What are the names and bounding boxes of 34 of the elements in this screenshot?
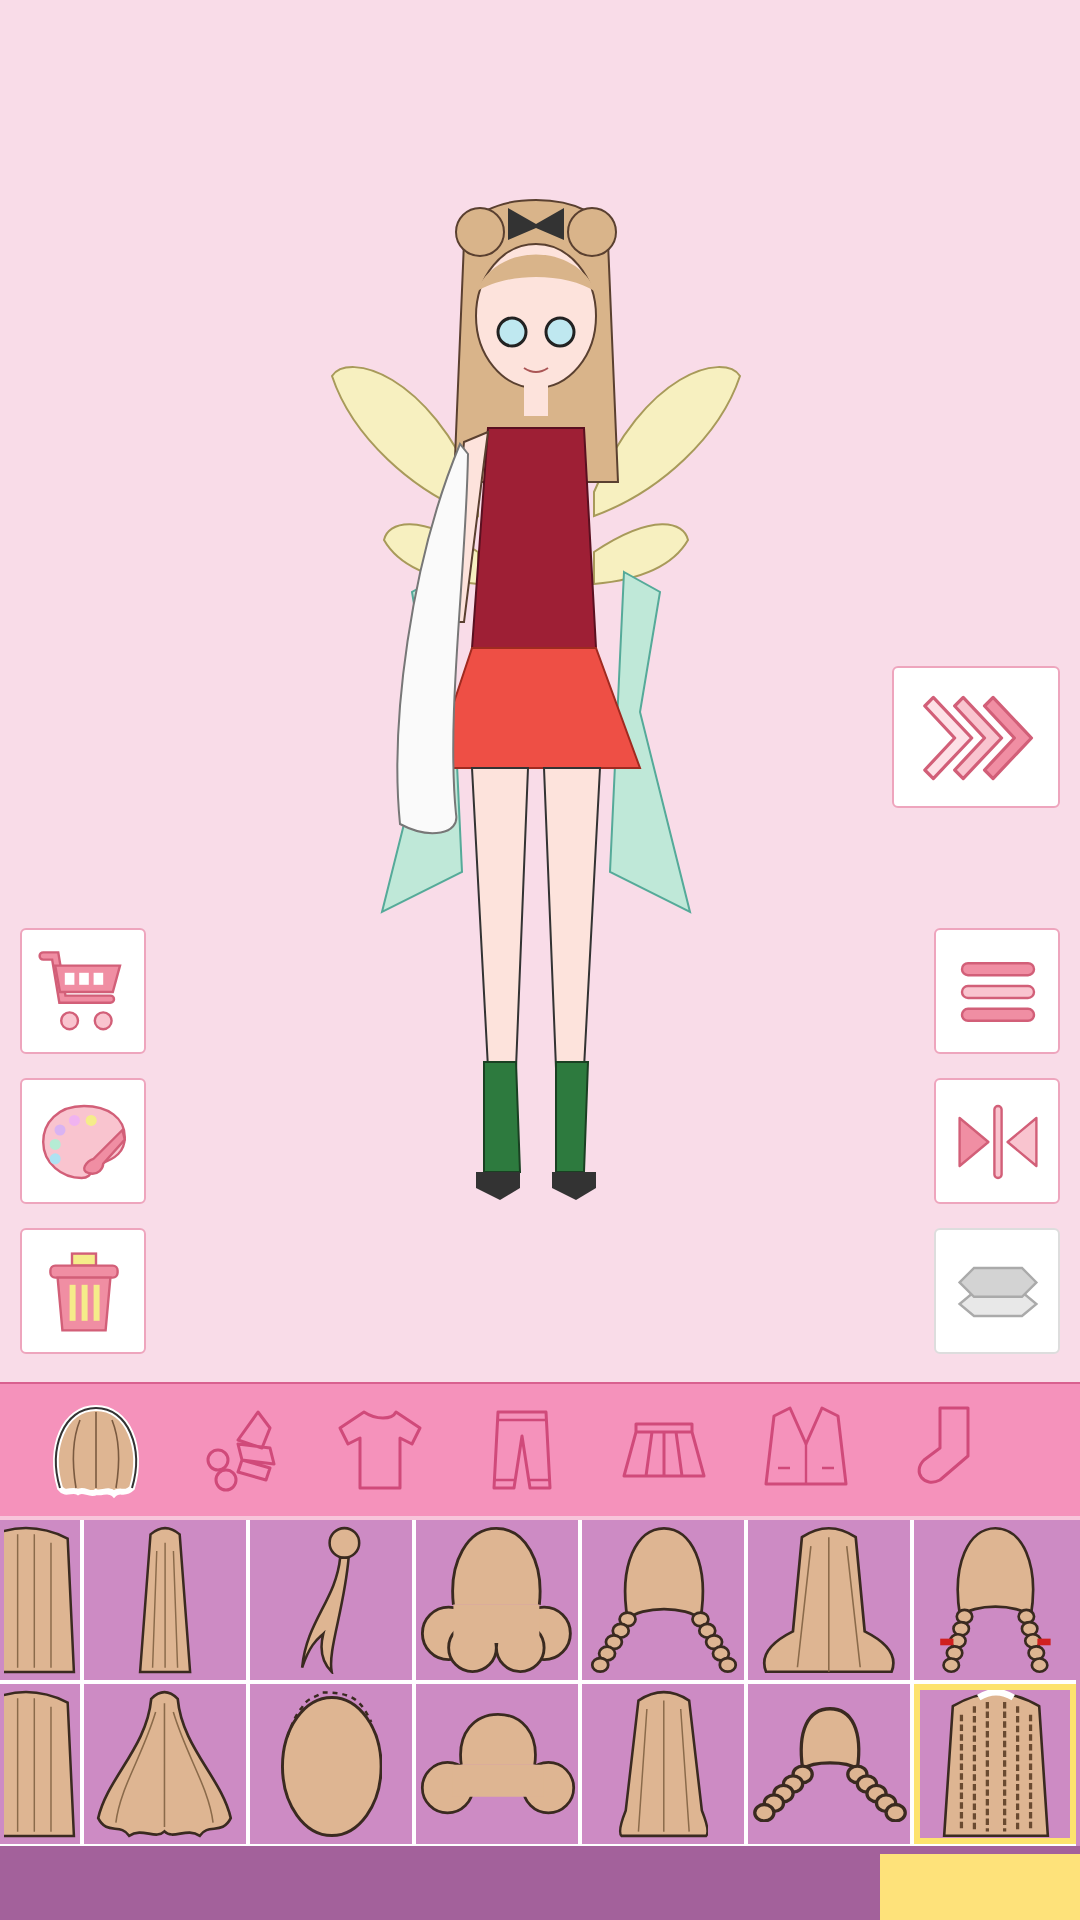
hair-style-icon [937,1526,1053,1674]
hair-option[interactable] [0,1520,80,1680]
hair-style-icon [4,1526,76,1674]
hair-option[interactable] [582,1684,744,1844]
shop-button[interactable] [20,928,146,1054]
hair-option[interactable] [84,1684,246,1844]
hair-style-icon [617,1690,709,1838]
next-button[interactable] [892,666,1060,808]
hair-style-icon [279,1690,383,1838]
flip-button[interactable] [934,1078,1060,1204]
hair-style-icon [751,1705,907,1823]
hair-option[interactable] [250,1520,412,1680]
hair-style-icon [420,1526,574,1674]
hair-style-icon [941,1690,1049,1838]
hair-option[interactable] [582,1520,744,1680]
color-button[interactable] [20,1078,146,1204]
hair-option[interactable] [0,1684,80,1844]
hair-style-icon [762,1526,896,1674]
hair-option[interactable] [84,1520,246,1680]
hair-style-icon [589,1526,737,1674]
hair-style-icon [300,1526,362,1674]
delete-button[interactable] [20,1228,146,1354]
hair-option[interactable] [250,1684,412,1844]
hair-option[interactable] [748,1684,910,1844]
hair-style-icon [137,1526,193,1674]
hair-option[interactable] [914,1520,1076,1680]
menu-button[interactable] [934,928,1060,1054]
hair-style-icon [96,1690,234,1838]
hair-option[interactable] [748,1520,910,1680]
hair-option[interactable] [914,1684,1076,1844]
hair-option[interactable] [416,1684,578,1844]
hair-style-icon [4,1690,76,1838]
hair-option[interactable] [416,1520,578,1680]
hair-style-icon [419,1712,575,1816]
